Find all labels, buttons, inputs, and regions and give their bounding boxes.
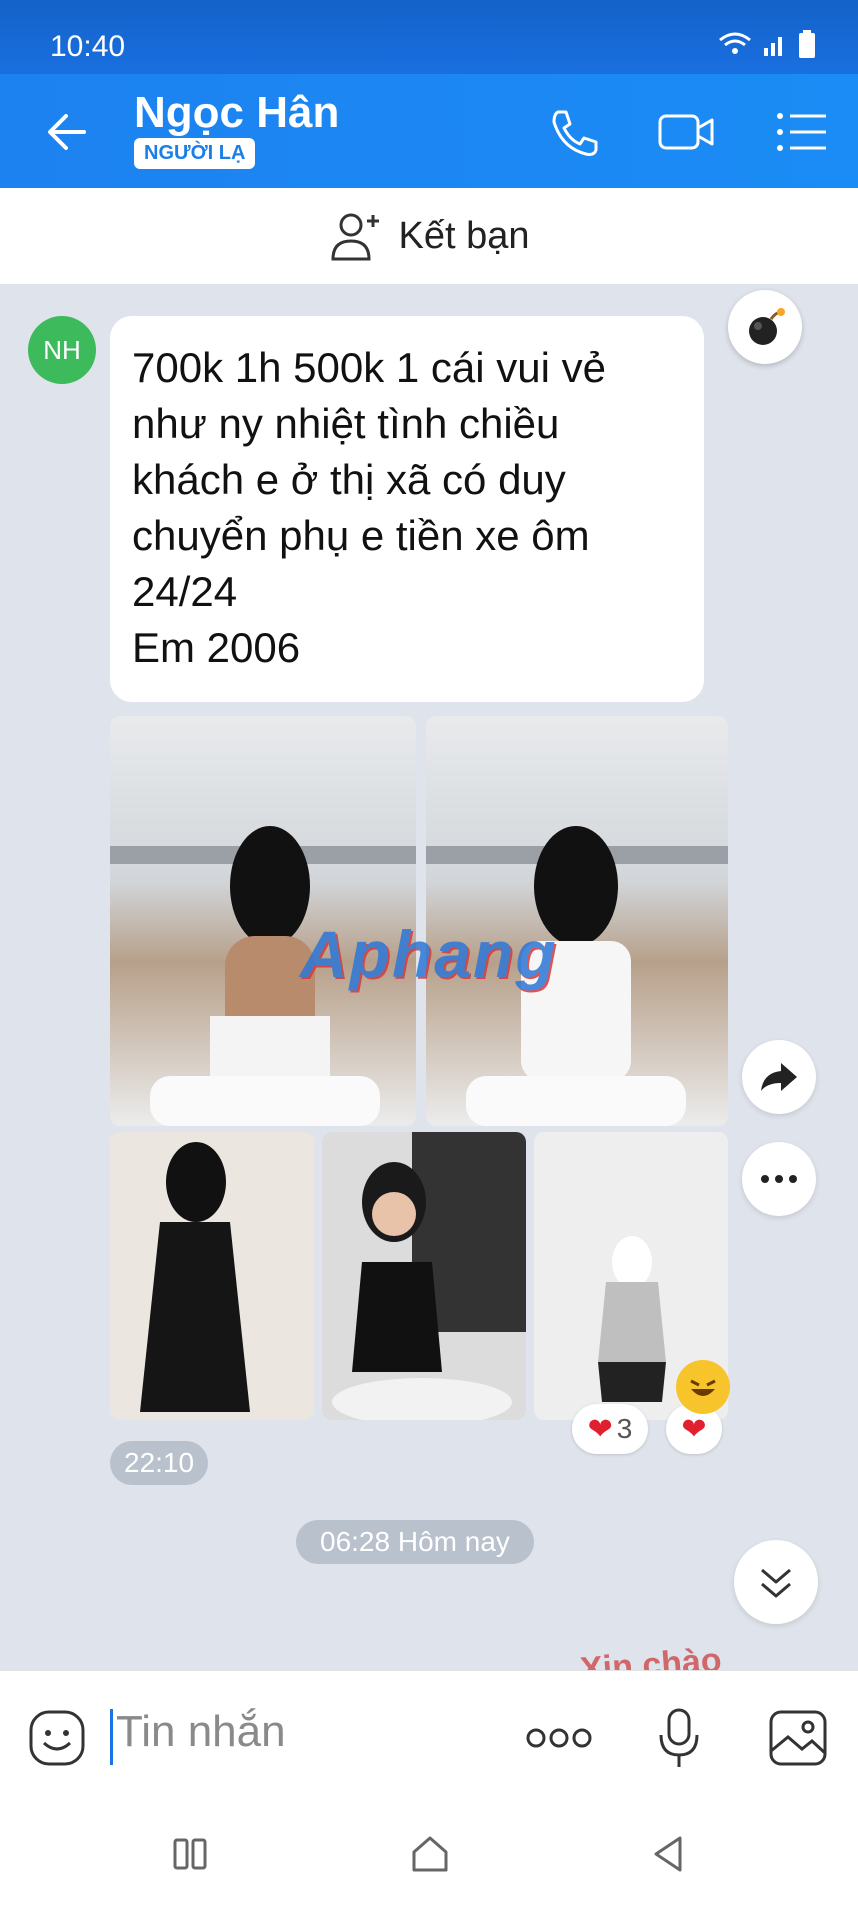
message-bubble[interactable]: 700k 1h 500k 1 cái vui vẻ như ny nhiệt t… — [110, 316, 704, 702]
more-options-icon[interactable] — [526, 1727, 592, 1749]
photo-4-image — [332, 1132, 526, 1420]
message-composer: Tin nhắn — [0, 1670, 858, 1802]
photo-4[interactable] — [322, 1132, 526, 1420]
photo-3-image — [140, 1142, 250, 1412]
recent-apps-icon[interactable] — [172, 1836, 208, 1872]
photo-grid: Aphang — [110, 716, 728, 1420]
back-arrow-icon[interactable] — [40, 104, 96, 160]
message-time: 22:10 — [110, 1441, 209, 1485]
avatar[interactable]: NH — [28, 316, 96, 384]
add-person-icon — [330, 213, 379, 261]
date-divider: 06:28 Hôm nay — [296, 1520, 534, 1564]
more-dots-icon — [761, 1175, 797, 1183]
share-arrow-icon — [761, 1063, 797, 1091]
chat-header: Ngọc Hân NGƯỜI LẠ — [0, 74, 858, 188]
laughing-emoji-icon — [676, 1360, 730, 1414]
text-cursor — [110, 1709, 113, 1765]
heart-icon: ❤ — [587, 1412, 613, 1446]
battery-icon — [799, 30, 815, 58]
reaction-count[interactable]: ❤ 3 — [572, 1404, 648, 1454]
watermark: Aphang — [300, 917, 558, 991]
heart-icon: ❤ — [681, 1412, 707, 1446]
contact-name[interactable]: Ngọc Hân — [134, 88, 339, 138]
more-options-button[interactable] — [742, 1142, 816, 1216]
image-icon[interactable] — [768, 1709, 828, 1767]
wifi-icon — [719, 32, 751, 54]
emoji-icon[interactable] — [28, 1709, 86, 1767]
video-call-icon[interactable] — [656, 104, 716, 160]
message-input[interactable]: Tin nhắn — [116, 1707, 286, 1757]
scroll-down-button[interactable] — [734, 1540, 818, 1624]
forward-button[interactable] — [742, 1040, 816, 1114]
add-friend-button[interactable]: Kết bạn — [0, 188, 858, 284]
system-nav-bar — [0, 1802, 858, 1908]
add-friend-label: Kết bạn — [398, 214, 530, 257]
menu-list-icon[interactable] — [772, 104, 832, 160]
status-icons — [718, 30, 816, 58]
chevron-down-icon — [761, 1568, 791, 1598]
status-time: 10:40 — [50, 30, 126, 63]
bomb-icon[interactable] — [728, 290, 802, 364]
phone-call-icon[interactable] — [544, 104, 604, 160]
back-nav-icon[interactable] — [650, 1834, 686, 1874]
signal-icon — [764, 37, 782, 56]
reaction-count-label: 3 — [616, 1413, 633, 1444]
status-bar: 10:40 — [0, 0, 858, 74]
home-icon[interactable] — [410, 1834, 450, 1874]
microphone-icon[interactable] — [656, 1707, 702, 1769]
photo-3[interactable] — [110, 1132, 314, 1420]
stranger-badge: NGƯỜI LẠ — [134, 138, 256, 169]
